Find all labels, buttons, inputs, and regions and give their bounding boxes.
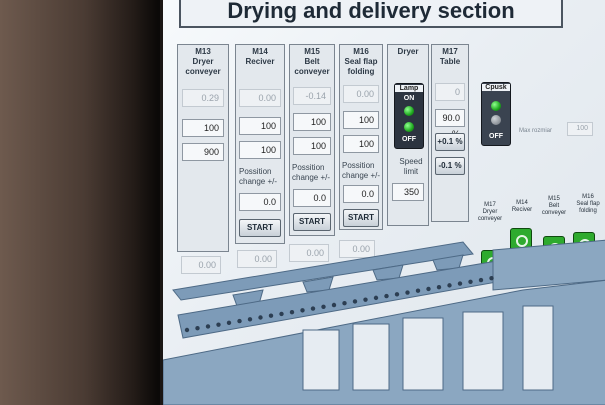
m17-percent[interactable]: 90.0 % <box>435 109 465 139</box>
belt-perforation <box>237 318 242 324</box>
m14-position-input[interactable]: 0.0 <box>239 193 281 211</box>
lamp-status-indicator-icon <box>404 122 414 132</box>
belt-perforation <box>342 301 347 306</box>
frame-window <box>402 317 444 391</box>
belt-perforation <box>457 281 463 286</box>
belt-perforation <box>405 290 410 295</box>
m13-actual-speed: 0.29 <box>182 89 224 107</box>
belt-perforation <box>205 324 211 329</box>
belt-perforation <box>478 277 484 283</box>
belt-perforation <box>384 293 389 299</box>
max-size-input[interactable]: 100 <box>567 122 593 136</box>
m16-position-input[interactable]: 0.0 <box>343 185 379 203</box>
belt-perforation <box>268 313 274 318</box>
m15-position-input[interactable]: 0.0 <box>293 189 331 207</box>
motor-label-m15: M15 Belt conveyer <box>541 196 567 216</box>
frame-window <box>522 305 554 391</box>
hmi-screen: Drying and delivery section M13 Dryer conv… <box>160 0 605 405</box>
m16-setpoint-1[interactable]: 100 <box>343 111 379 129</box>
page-title: Drying and delivery section <box>179 0 563 28</box>
panel-m16-heading: M16 Seal flap folding <box>344 47 378 76</box>
m14-setpoint-2[interactable]: 100 <box>239 141 281 159</box>
m14-actual-speed: 0.00 <box>239 89 281 107</box>
m15-setpoint-1[interactable]: 100 <box>293 113 331 131</box>
belt-perforation <box>258 315 263 320</box>
belt-perforation <box>184 327 190 333</box>
belt-perforation <box>279 311 284 317</box>
panel-dryer: Dryer Lamp ON OFF Speed limit 350 <box>387 44 429 226</box>
m13-setpoint-2[interactable]: 900 <box>182 143 224 161</box>
belt-perforation <box>363 297 368 302</box>
m16-position-label: Possition change +/- <box>342 161 381 180</box>
belt-perforation <box>436 284 442 290</box>
belt-perforation <box>468 279 473 285</box>
belt-perforation <box>426 286 431 292</box>
panel-m14-reciver: M14 Reciver 0.00 100 100 Possition change… <box>235 44 285 244</box>
belt-perforation <box>310 306 316 311</box>
m13-setpoint-1[interactable]: 100 <box>182 119 224 137</box>
belt-perforation <box>321 304 326 309</box>
panel-m14-heading: M14 Reciver <box>245 47 275 66</box>
machine-schematic <box>163 239 605 405</box>
m16-setpoint-2[interactable]: 100 <box>343 135 379 153</box>
belt-perforation <box>447 283 452 288</box>
m17-heading: M17 Table <box>439 47 461 66</box>
cpusk-switch[interactable]: Cpusk OFF <box>481 82 511 146</box>
m17-increase-button[interactable]: +0.1 % <box>435 133 465 151</box>
m16-actual-speed: 0.00 <box>343 85 379 103</box>
frame-window <box>352 323 390 391</box>
belt-perforation <box>331 302 337 308</box>
dryer-heading: Dryer <box>397 47 419 56</box>
belt-perforation <box>352 299 358 304</box>
belt-perforation <box>373 295 379 301</box>
belt-perforation <box>195 326 200 331</box>
m17-actual: 0 <box>435 83 465 101</box>
max-size-label: Max rozmiar <box>519 128 553 134</box>
belt-perforation <box>394 292 400 297</box>
panel-m15-heading: M15 Belt conveyer <box>294 47 330 76</box>
belt-perforation <box>226 320 232 326</box>
speed-limit-input[interactable]: 350 <box>392 183 424 201</box>
speed-limit-label: Speed limit <box>399 157 423 176</box>
m15-actual-speed: -0.14 <box>293 87 331 105</box>
dryer-lamp-switch[interactable]: Lamp ON OFF <box>394 83 424 149</box>
lamp-on-indicator-icon <box>404 106 414 116</box>
cpusk-toggle-icon <box>491 115 501 125</box>
panel-m15-belt-conveyer: M15 Belt conveyer -0.14 100 100 Possition … <box>289 44 335 236</box>
motor-label-m14: M14 Reciver <box>511 200 533 213</box>
belt-perforation <box>300 308 305 313</box>
panel-m17-table: M17Table 0 90.0 % +0.1 % -0.1 % <box>431 44 469 222</box>
m15-position-label: Possition change +/- <box>292 163 331 182</box>
belt-perforation <box>415 288 421 293</box>
m15-setpoint-2[interactable]: 100 <box>293 137 331 155</box>
panel-m16-seal-flap-folding: M16 Seal flap folding 0.00 100 100 Possiti… <box>339 44 383 230</box>
m14-position-label: Possition change +/- <box>239 167 278 186</box>
m17-decrease-button[interactable]: -0.1 % <box>435 157 465 175</box>
belt-perforation <box>247 317 253 322</box>
belt-perforation <box>489 276 494 281</box>
m14-setpoint-1[interactable]: 100 <box>239 117 281 135</box>
motor-label-m16: M16 Seal flap folding <box>576 194 600 214</box>
belt-perforation <box>216 322 221 327</box>
cpusk-indicator-icon <box>491 101 501 111</box>
frame-window <box>302 329 340 391</box>
belt-perforation <box>289 309 295 315</box>
panel-m13-heading: M13 Dryer conveyer <box>185 47 221 76</box>
frame-window <box>462 311 504 391</box>
